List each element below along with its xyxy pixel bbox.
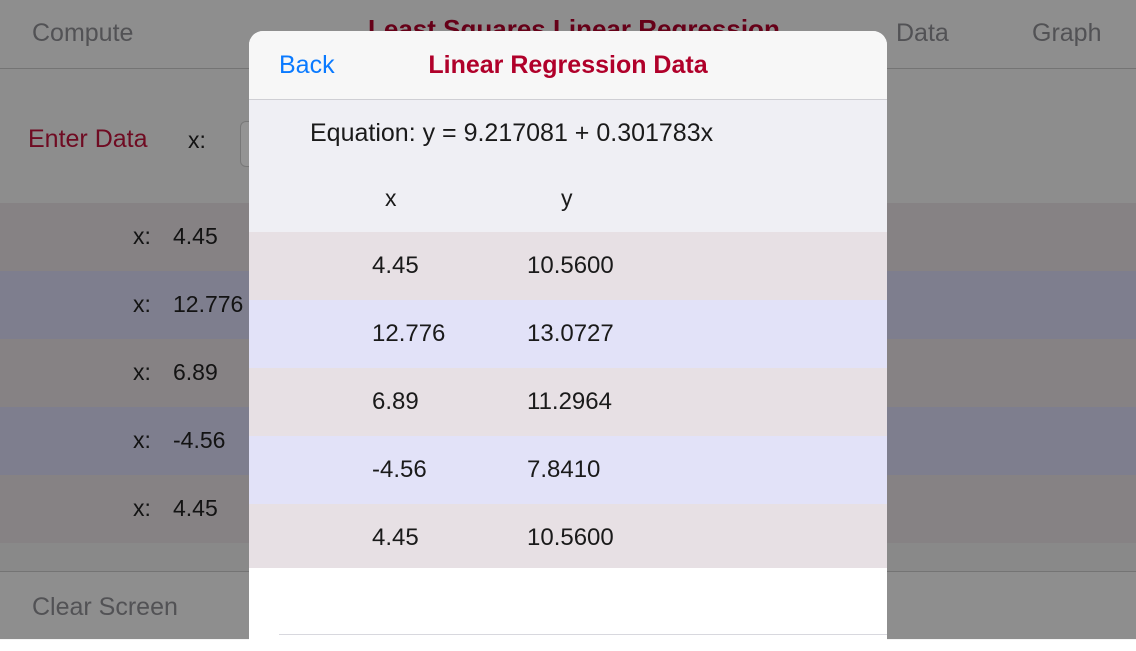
table-row: 4.45 10.5600: [249, 504, 887, 572]
cell-x: 4.45: [372, 252, 419, 279]
table-row: 12.776 13.0727: [249, 300, 887, 368]
cell-x: -4.56: [372, 456, 427, 483]
regression-data-sheet: Back Linear Regression Data Equation: y …: [249, 31, 887, 651]
cell-y: 13.0727: [527, 320, 614, 347]
column-header-y: y: [561, 185, 573, 211]
cell-x: 6.89: [372, 388, 419, 415]
cell-y: 7.8410: [527, 456, 601, 483]
cell-y: 10.5600: [527, 252, 614, 279]
table-row: 6.89 11.2964: [249, 368, 887, 436]
cell-y: 11.2964: [527, 388, 612, 415]
cell-x: 12.776: [372, 320, 446, 347]
cell-x: 4.45: [372, 524, 419, 551]
divider: [279, 634, 887, 635]
column-header-x: x: [385, 185, 397, 211]
cell-y: 10.5600: [527, 524, 614, 551]
table-row: -4.56 7.8410: [249, 436, 887, 504]
sheet-title: Linear Regression Data: [428, 51, 708, 79]
sheet-header: Back Linear Regression Data: [249, 31, 887, 100]
regression-equation: Equation: y = 9.217081 + 0.301783x: [310, 119, 714, 147]
table-row: 4.45 10.5600: [249, 232, 887, 300]
regression-table: 4.45 10.5600 12.776 13.0727 6.89 11.2964…: [249, 232, 887, 572]
